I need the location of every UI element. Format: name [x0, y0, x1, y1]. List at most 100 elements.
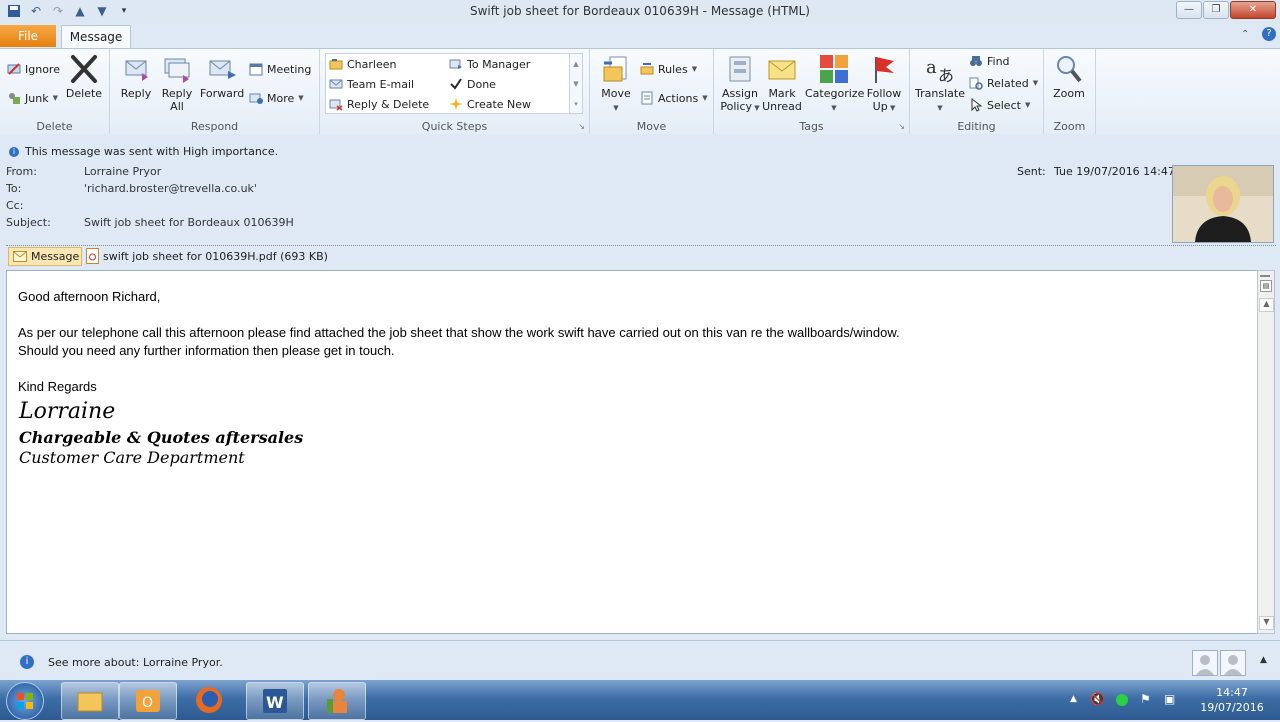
quick-steps-gallery: Charleen To Manager Team E-mail Done Rep… [325, 53, 575, 114]
find-button[interactable]: Find [969, 54, 1010, 68]
svg-text:W: W [266, 693, 284, 712]
create-new-icon [450, 98, 462, 110]
tab-message[interactable]: Message [61, 25, 131, 49]
message-tab-label: Message [31, 250, 80, 263]
tab-file[interactable]: File [0, 25, 56, 47]
title-bar: ↶ ↷ ▲ ▼ ▾ Swift job sheet for Bordeaux 0… [0, 0, 1280, 25]
assign-policy-button[interactable]: Assign Policy ▼ [718, 53, 762, 115]
clock-time: 14:47 [1216, 686, 1248, 699]
related-dropdown-icon: ▼ [1032, 79, 1039, 87]
categorize-dropdown-icon: ▼ [831, 104, 837, 112]
sender-photo[interactable] [1172, 165, 1274, 243]
junk-dropdown-icon: ▼ [52, 94, 58, 102]
select-button[interactable]: Select ▼ [969, 98, 1030, 112]
move-button[interactable]: Move ▼ [596, 53, 636, 115]
quickstep-reply-delete[interactable]: Reply & Delete [329, 97, 429, 111]
network-icon[interactable]: ▣ [1164, 692, 1175, 706]
person-icon[interactable] [1220, 650, 1246, 676]
show-hidden-icons[interactable]: ▲ [1070, 694, 1077, 704]
start-button[interactable] [6, 682, 44, 720]
actions-button[interactable]: Actions ▼ [640, 91, 708, 105]
move-label: Move [601, 87, 631, 100]
taskbar-app[interactable] [308, 682, 366, 720]
categorize-button[interactable]: Categorize ▼ [805, 53, 865, 115]
action-center-flag-icon[interactable]: ⚑ [1140, 692, 1151, 706]
more-icon [249, 93, 263, 104]
select-dropdown-icon: ▼ [1024, 101, 1031, 109]
ignore-button[interactable]: Ignore [7, 62, 60, 76]
signature-title: Chargeable & Quotes aftersales [19, 428, 304, 447]
maximize-button[interactable]: ❐ [1203, 1, 1229, 19]
zoom-button[interactable]: Zoom [1048, 53, 1090, 100]
checkmark-icon [450, 78, 462, 90]
volume-muted-icon[interactable]: 🔇 [1090, 692, 1105, 706]
clock[interactable]: 14:47 19/07/2016 [1192, 685, 1272, 715]
rules-button[interactable]: Rules ▼ [640, 62, 697, 76]
expand-people-pane-icon[interactable]: ▲ [1260, 655, 1267, 665]
minimize-ribbon-icon[interactable]: ⌃ [1241, 29, 1249, 40]
categorize-label: Categorize [805, 87, 865, 100]
minimize-button[interactable]: — [1176, 1, 1202, 19]
ignore-label: Ignore [25, 62, 60, 76]
from-value[interactable]: Lorraine Pryor [84, 165, 161, 178]
editing-group-label: Editing [957, 120, 996, 133]
sender-photo-image [1173, 166, 1273, 242]
forward-button[interactable]: Forward [200, 53, 244, 100]
body-scrollbar[interactable]: ▤ ▲ ▼ [1257, 270, 1275, 634]
signature-name: Lorraine [19, 399, 116, 424]
quickstep-to-manager[interactable]: To Manager [449, 57, 530, 71]
message-body[interactable]: Good afternoon Richard, As per our telep… [6, 270, 1259, 634]
svg-text:あ: あ [938, 66, 954, 85]
reply-all-button[interactable]: Reply All [157, 53, 197, 113]
to-value[interactable]: 'richard.broster@trevella.co.uk' [84, 182, 257, 195]
taskbar-word[interactable]: W [246, 682, 304, 720]
see-more-about[interactable]: See more about: Lorraine Pryor. [48, 656, 223, 669]
reply-button[interactable]: Reply [116, 53, 156, 100]
meeting-button[interactable]: Meeting [249, 62, 311, 76]
person-icon[interactable] [1192, 650, 1218, 676]
respond-group: Reply Reply All Forward Meeting More ▼ R… [110, 49, 320, 134]
ignore-icon [7, 63, 21, 75]
quickstep-create-new[interactable]: Create New [449, 97, 531, 111]
close-button[interactable]: ✕ [1230, 1, 1276, 19]
delete-label: Delete [65, 87, 103, 100]
subject-value: Swift job sheet for Bordeaux 010639H [84, 216, 294, 229]
follow-up-label-1: Follow [866, 87, 902, 100]
junk-icon [9, 93, 20, 104]
quick-steps-scroll[interactable]: ▲ ▼ ▾ [569, 53, 583, 114]
quickstep-team-email[interactable]: Team E-mail [329, 77, 414, 91]
follow-up-button[interactable]: Follow Up ▼ [864, 53, 904, 115]
quick-steps-group: Charleen To Manager Team E-mail Done Rep… [320, 49, 590, 134]
dialog-launcher-icon[interactable]: ↘ [898, 122, 905, 131]
message-view-tab[interactable]: Message [8, 247, 82, 266]
translate-label: Translate [915, 87, 965, 100]
actions-dropdown-icon: ▼ [702, 94, 708, 102]
mark-unread-button[interactable]: Mark Unread [762, 53, 802, 113]
attachment-item[interactable]: swift job sheet for 010639H.pdf (693 KB) [86, 248, 328, 264]
more-button[interactable]: More ▼ [249, 91, 304, 105]
quick-steps-group-label: Quick Steps [421, 120, 488, 133]
status-icon[interactable] [1116, 694, 1128, 706]
attachment-name: swift job sheet for 010639H.pdf (693 KB) [103, 249, 328, 263]
scroll-down-icon[interactable]: ▼ [1259, 616, 1274, 630]
translate-button[interactable]: aあ Translate ▼ [914, 53, 966, 115]
taskbar-firefox[interactable] [181, 682, 237, 718]
editing-group: aあ Translate ▼ Find Related ▼ Select ▼ E… [910, 49, 1044, 134]
quickstep-charleen[interactable]: Charleen [329, 57, 396, 71]
help-icon[interactable]: ? [1262, 27, 1276, 41]
forward-label: Forward [200, 87, 245, 100]
zoom-label: Zoom [1053, 87, 1085, 100]
delete-button[interactable]: Delete [64, 53, 104, 100]
taskbar-explorer[interactable] [61, 682, 119, 720]
dialog-launcher-icon[interactable]: ↘ [578, 122, 585, 131]
related-button[interactable]: Related ▼ [969, 76, 1038, 90]
ruler-icon[interactable]: ▤ [1260, 280, 1272, 292]
from-label: From: [6, 165, 37, 178]
taskbar-outlook[interactable]: O [119, 682, 177, 720]
info-icon: i [20, 655, 34, 669]
attachment-bar: Message swift job sheet for 010639H.pdf … [6, 246, 1276, 268]
quickstep-done[interactable]: Done [449, 77, 496, 91]
junk-button[interactable]: Junk ▼ [7, 91, 58, 105]
scroll-up-icon[interactable]: ▲ [1259, 298, 1274, 312]
categorize-icon [820, 55, 848, 83]
